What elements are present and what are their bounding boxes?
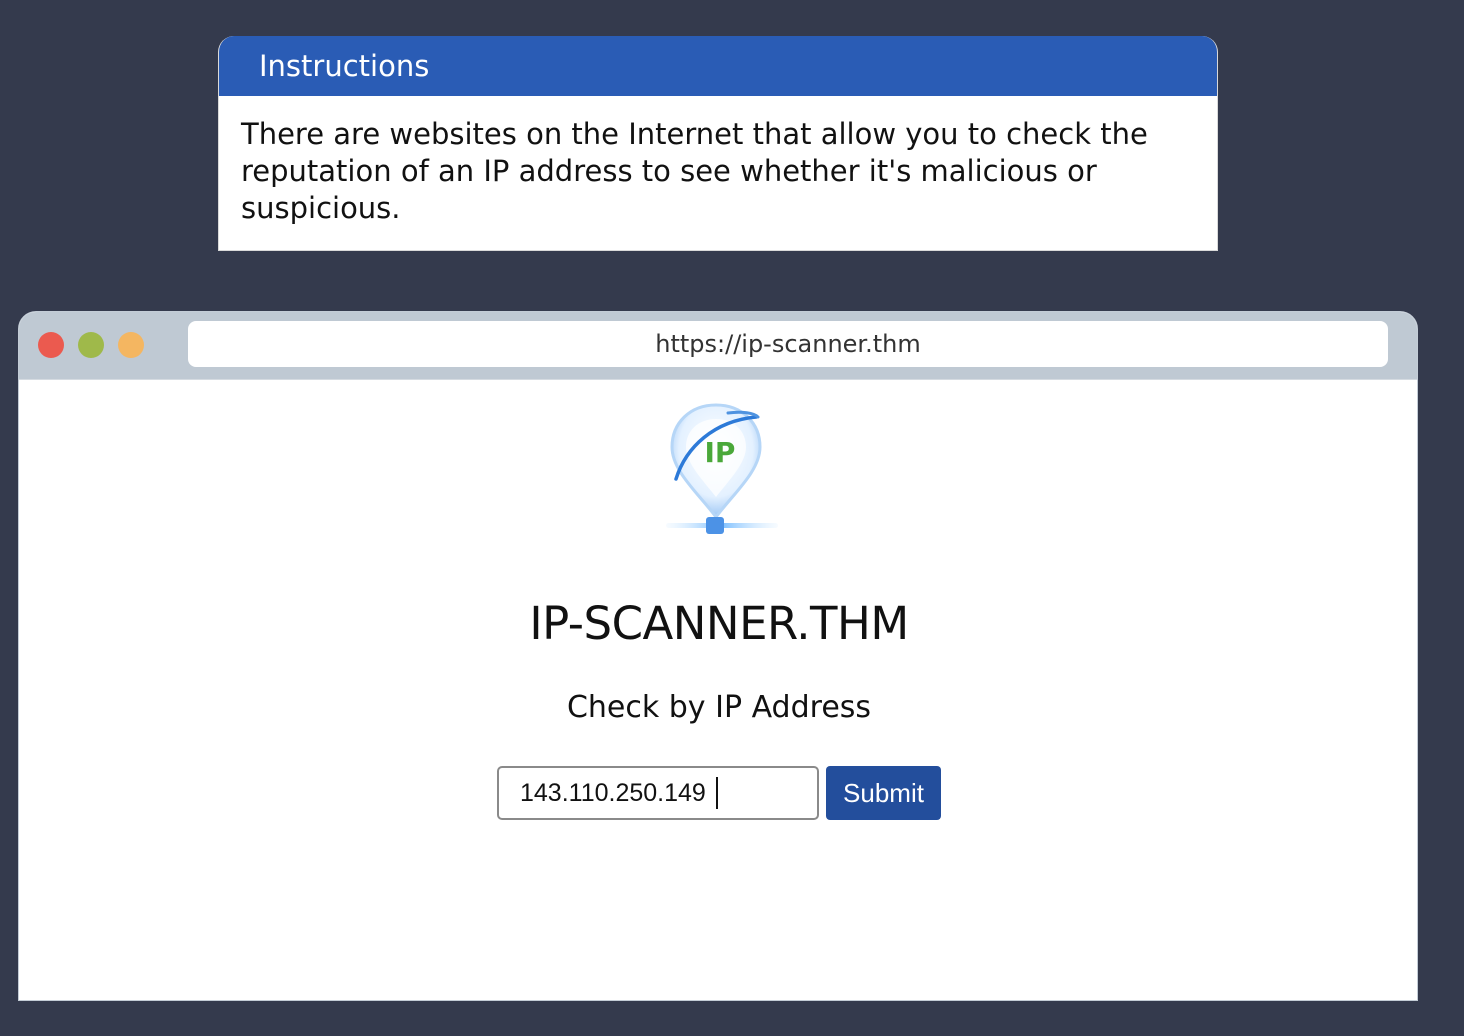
close-window-icon[interactable]: [38, 332, 64, 358]
site-subtitle: Check by IP Address: [566, 690, 872, 725]
submit-button[interactable]: Submit: [826, 766, 941, 820]
instructions-title: Instructions: [259, 49, 430, 83]
ip-address-input[interactable]: [497, 766, 819, 820]
maximize-window-icon[interactable]: [118, 332, 144, 358]
instructions-panel: Instructions There are websites on the I…: [218, 36, 1218, 251]
address-bar[interactable]: https://ip-scanner.thm: [188, 321, 1388, 367]
site-title: IP-SCANNER.THM: [529, 597, 909, 650]
instructions-header: Instructions: [219, 36, 1217, 96]
browser-toolbar: https://ip-scanner.thm: [19, 312, 1417, 380]
text-cursor: [716, 777, 718, 809]
ip-scanner-logo-icon: IP: [646, 397, 786, 542]
minimize-window-icon[interactable]: [78, 332, 104, 358]
instructions-text: There are websites on the Internet that …: [241, 117, 1148, 225]
svg-text:IP: IP: [705, 436, 736, 469]
browser-window: https://ip-scanner.thm IP IP-SCANNER.THM…: [18, 311, 1418, 1001]
